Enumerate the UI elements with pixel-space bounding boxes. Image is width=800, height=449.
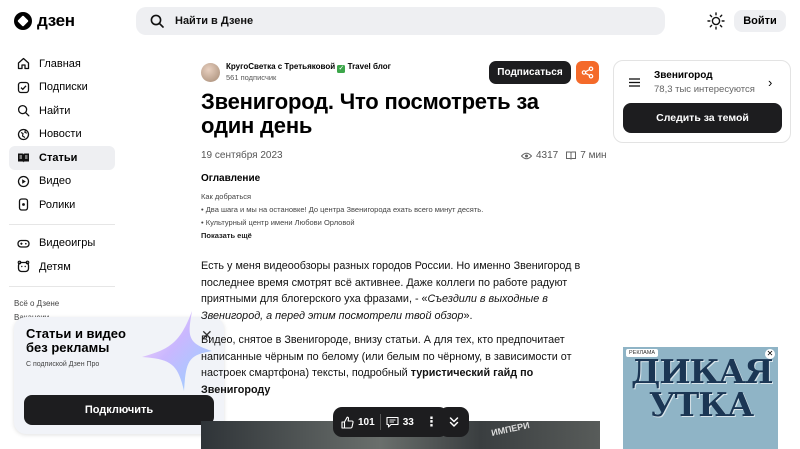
sidebar-item-articles[interactable]: Статьи	[9, 146, 115, 170]
sidebar-item-subscriptions[interactable]: Подписки	[9, 76, 115, 100]
author-name[interactable]: КругоСветка с Третьяковой ✓ Travel блог	[226, 62, 391, 73]
promo-subtitle: С подпиской Дзен Про	[26, 361, 100, 368]
sidebar-item-label: Детям	[39, 260, 71, 273]
sidebar-item-video[interactable]: Видео	[9, 170, 115, 194]
toc-item[interactable]: • Культурный центр имени Любови Орловой	[201, 216, 483, 229]
sidebar-item-label: Ролики	[39, 198, 76, 211]
ad-banner[interactable]: РЕКЛАМА ✕ ДИКАЯ УТКА	[623, 347, 778, 449]
sidebar-item-label: Видеоигры	[39, 237, 96, 250]
page: дзен Войти Главная Подписки Найти	[0, 0, 800, 449]
avatar[interactable]	[201, 62, 220, 82]
paragraph: Есть у меня видеообзоры разных городов Р…	[201, 258, 601, 324]
sidebar-item-label: Видео	[39, 175, 72, 188]
like-button[interactable]: 101	[341, 416, 375, 429]
follow-topic-button[interactable]: Следить за темой	[623, 103, 782, 133]
sidebar-item-label: Главная	[39, 57, 81, 70]
table-of-contents: Как добраться • Два шага и мы на останов…	[201, 190, 483, 242]
subscriptions-icon	[17, 81, 30, 93]
author-block[interactable]: КругоСветка с Третьяковой ✓ Travel блог …	[201, 62, 391, 82]
toc-heading: Оглавление	[201, 173, 261, 184]
eye-icon	[521, 152, 532, 159]
author-suffix: Travel блог	[347, 62, 391, 71]
article-stats: 4317 7 мин	[521, 150, 607, 161]
gamepad-icon	[17, 239, 30, 248]
search-input[interactable]	[175, 15, 615, 27]
paragraph-text: ».	[463, 309, 473, 322]
sidebar-divider	[9, 223, 115, 225]
login-button[interactable]: Войти	[734, 10, 786, 32]
read-time: 7 мин	[580, 150, 607, 161]
promo-card: Статьи и видео без рекламы С подпиской Д…	[14, 311, 224, 434]
sidebar-item-search[interactable]: Найти	[9, 99, 115, 123]
ad-logo-text: ДИКАЯ УТКА	[631, 352, 774, 424]
scroll-down-button[interactable]	[439, 407, 469, 437]
subscribe-button[interactable]: Подписаться	[489, 61, 571, 84]
sidebar-item-videogames[interactable]: Видеоигры	[9, 232, 115, 256]
comments-button[interactable]: 33	[386, 416, 414, 428]
connect-button[interactable]: Подключить	[24, 395, 214, 425]
logo-text: дзен	[37, 11, 75, 30]
share-button[interactable]	[576, 61, 599, 84]
paragraph: Видео, снятое в Звенигороде, внизу стать…	[201, 332, 601, 398]
topic-subtitle: 78,3 тыс интересуются	[654, 84, 755, 95]
checkmark-icon: ✓	[337, 65, 346, 73]
footer-link-about[interactable]: Всё о Дзене	[9, 299, 115, 308]
shorts-icon	[18, 198, 29, 211]
sidebar: Главная Подписки Найти Новости Статьи Ви…	[9, 52, 115, 322]
views-count: 4317	[536, 150, 559, 161]
chevron-right-icon[interactable]: ›	[768, 75, 772, 90]
toc-item[interactable]: • Два шага и мы на остановке! До центра …	[201, 203, 483, 216]
sidebar-item-label: Найти	[39, 104, 71, 117]
sidebar-item-label: Новости	[39, 128, 82, 141]
share-icon	[581, 66, 594, 79]
topic-widget: Звенигород 78,3 тыс интересуются › Следи…	[613, 60, 791, 143]
topic-title[interactable]: Звенигород	[654, 70, 713, 81]
kids-icon	[17, 260, 30, 273]
comments-count: 33	[402, 416, 414, 428]
action-bar: 101 33 ⋮	[333, 407, 448, 437]
dzen-logo[interactable]: дзен	[14, 11, 75, 31]
theme-toggle-icon[interactable]	[707, 12, 725, 30]
bar-divider	[379, 414, 381, 430]
home-icon	[17, 58, 30, 70]
video-icon	[17, 175, 30, 187]
globe-icon	[17, 128, 30, 140]
article-title: Звенигород. Что посмотреть за один день	[201, 89, 539, 138]
sidebar-item-kids[interactable]: Детям	[9, 255, 115, 279]
toc-item[interactable]: Как добраться	[201, 190, 483, 203]
dzen-logo-icon	[14, 12, 32, 30]
photo-sign-text: ИМПЕРИ	[490, 421, 531, 438]
double-chevron-down-icon	[449, 417, 459, 427]
articles-icon	[18, 153, 29, 163]
subscriber-count: 561 подписчик	[226, 73, 277, 82]
comment-icon	[386, 416, 399, 428]
more-icon[interactable]: ⋮	[419, 414, 440, 430]
search-bar[interactable]	[136, 7, 665, 35]
show-more-link[interactable]: Показать ещё	[201, 229, 483, 242]
search-icon	[17, 105, 30, 117]
promo-title: Статьи и видео без рекламы	[26, 326, 126, 355]
search-icon	[150, 14, 164, 28]
book-icon	[566, 151, 577, 160]
menu-icon	[629, 78, 640, 87]
thumbs-up-icon	[341, 416, 354, 429]
likes-count: 101	[358, 416, 375, 428]
publish-date: 19 сентября 2023	[201, 150, 283, 161]
sidebar-item-label: Подписки	[39, 81, 88, 94]
sidebar-item-home[interactable]: Главная	[9, 52, 115, 76]
author-name-text: КругоСветка с Третьяковой	[226, 62, 336, 71]
article-body: Есть у меня видеообзоры разных городов Р…	[201, 258, 601, 406]
sidebar-item-shorts[interactable]: Ролики	[9, 193, 115, 217]
sidebar-item-label: Статьи	[39, 151, 78, 164]
sidebar-item-news[interactable]: Новости	[9, 123, 115, 147]
sidebar-divider	[9, 285, 115, 287]
author-info: КругоСветка с Третьяковой ✓ Travel блог …	[226, 62, 391, 82]
